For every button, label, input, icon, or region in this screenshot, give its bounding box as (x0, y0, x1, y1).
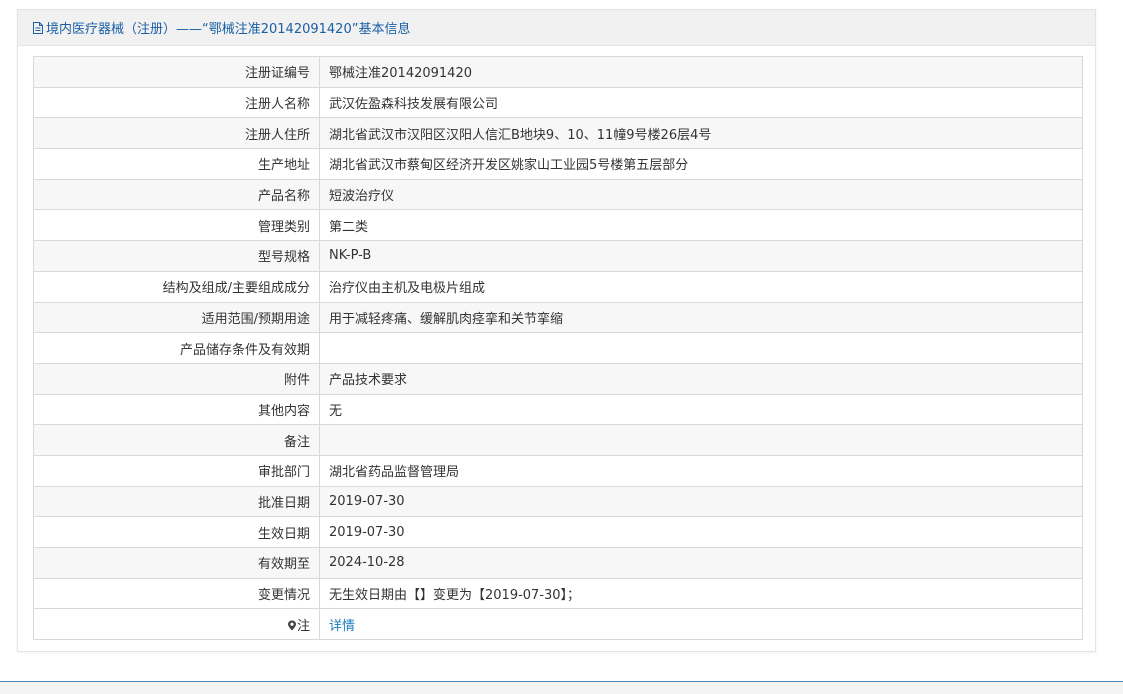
row-value: 湖北省武汉市汉阳区汉阳人信汇B地块9、10、11幢9号楼26层4号 (319, 117, 1083, 150)
footer-bar (0, 681, 1123, 694)
row-value: 鄂械注准20142091420 (319, 56, 1083, 88)
info-panel: 境内医疗器械（注册）——“鄂械注准20142091420”基本信息 注册证编号 … (17, 9, 1096, 652)
row-label: 批准日期 (33, 485, 320, 518)
table-row: 变更情况 无生效日期由【】变更为【2019-07-30】； (33, 577, 1083, 610)
row-label: 有效期至 (33, 547, 320, 579)
row-value (319, 424, 1083, 456)
table-row: 产品名称 短波治疗仪 (33, 178, 1083, 211)
note-label-cell: 注 (33, 608, 320, 641)
row-label: 备注 (33, 424, 320, 456)
row-label: 注册证编号 (33, 56, 320, 88)
details-link[interactable]: 详情 (329, 619, 355, 634)
row-value: 无生效日期由【】变更为【2019-07-30】； (319, 577, 1083, 610)
table-row: 批准日期 2019-07-30 (33, 485, 1083, 518)
table-row: 结构及组成/主要组成成分 治疗仪由主机及电极片组成 (33, 270, 1083, 303)
pin-icon (287, 620, 297, 631)
table-row: 审批部门 湖北省药品监督管理局 (33, 454, 1083, 487)
row-value: 治疗仪由主机及电极片组成 (319, 270, 1083, 303)
row-value: 无 (319, 393, 1083, 426)
table-row: 适用范围/预期用途 用于减轻疼痛、缓解肌肉痉挛和关节挛缩 (33, 301, 1083, 334)
row-label: 型号规格 (33, 240, 320, 272)
row-value: 第二类 (319, 209, 1083, 242)
row-value (319, 332, 1083, 364)
table-row: 附件 产品技术要求 (33, 362, 1083, 395)
row-label: 管理类别 (33, 209, 320, 242)
table-row: 备注 (33, 424, 1083, 456)
note-row: 注 详情 (33, 608, 1083, 641)
table-row: 注册人住所 湖北省武汉市汉阳区汉阳人信汇B地块9、10、11幢9号楼26层4号 (33, 117, 1083, 150)
row-label: 注册人名称 (33, 86, 320, 119)
row-label: 结构及组成/主要组成成分 (33, 270, 320, 303)
row-label: 其他内容 (33, 393, 320, 426)
row-label: 生产地址 (33, 148, 320, 180)
row-value: 湖北省武汉市蔡甸区经济开发区姚家山工业园5号楼第五层部分 (319, 148, 1083, 180)
table-row: 注册人名称 武汉佐盈森科技发展有限公司 (33, 86, 1083, 119)
row-value: 2019-07-30 (319, 516, 1083, 548)
row-label: 变更情况 (33, 577, 320, 610)
row-label: 附件 (33, 362, 320, 395)
row-label: 注册人住所 (33, 117, 320, 150)
row-value: NK-P-B (319, 240, 1083, 272)
row-label: 生效日期 (33, 516, 320, 548)
row-label: 产品储存条件及有效期 (33, 332, 320, 364)
row-value: 湖北省药品监督管理局 (319, 454, 1083, 487)
row-label: 适用范围/预期用途 (33, 301, 320, 334)
info-table: 注册证编号 鄂械注准20142091420 注册人名称 武汉佐盈森科技发展有限公… (33, 56, 1083, 641)
document-icon (33, 21, 43, 34)
table-row: 其他内容 无 (33, 393, 1083, 426)
table-row: 生产地址 湖北省武汉市蔡甸区经济开发区姚家山工业园5号楼第五层部分 (33, 148, 1083, 180)
note-label: 注 (296, 618, 310, 634)
row-value: 2019-07-30 (319, 485, 1083, 518)
note-value-cell: 详情 (319, 608, 1083, 641)
panel-header: 境内医疗器械（注册）——“鄂械注准20142091420”基本信息 (18, 10, 1095, 46)
table-row: 有效期至 2024-10-28 (33, 547, 1083, 579)
table-row: 型号规格 NK-P-B (33, 240, 1083, 272)
row-label: 产品名称 (33, 178, 320, 211)
row-value: 2024-10-28 (319, 547, 1083, 579)
table-row: 注册证编号 鄂械注准20142091420 (33, 56, 1083, 88)
row-value: 武汉佐盈森科技发展有限公司 (319, 86, 1083, 119)
table-row: 生效日期 2019-07-30 (33, 516, 1083, 548)
page-title: 境内医疗器械（注册）——“鄂械注准20142091420”基本信息 (46, 22, 411, 37)
row-value: 短波治疗仪 (319, 178, 1083, 211)
row-value: 产品技术要求 (319, 362, 1083, 395)
row-label: 审批部门 (33, 454, 320, 487)
table-row: 产品储存条件及有效期 (33, 332, 1083, 364)
table-row: 管理类别 第二类 (33, 209, 1083, 242)
row-value: 用于减轻疼痛、缓解肌肉痉挛和关节挛缩 (319, 301, 1083, 334)
